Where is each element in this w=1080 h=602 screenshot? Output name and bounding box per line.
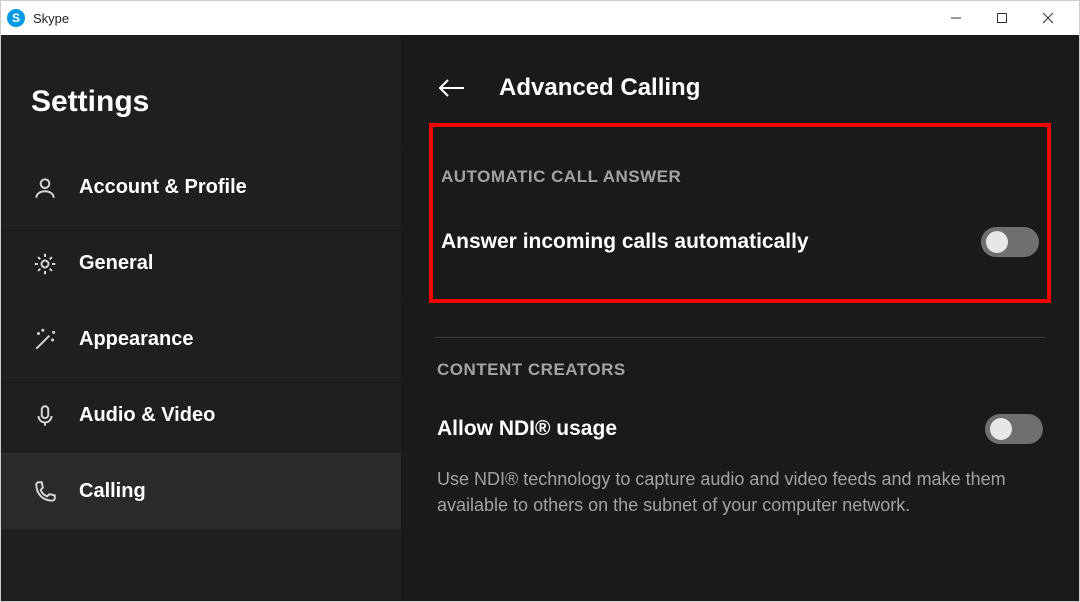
app-body: Settings Account & Profile General Appea… [1,35,1079,601]
section-title-auto-answer: AUTOMATIC CALL ANSWER [441,167,1039,187]
maximize-icon [996,12,1008,24]
setting-row-ndi: Allow NDI® usage [437,414,1043,444]
sidebar-item-calling[interactable]: Calling [1,453,401,529]
setting-label-ndi: Allow NDI® usage [437,417,617,441]
app-window: S Skype Settings Account & Profile [0,0,1080,602]
page-title: Advanced Calling [499,74,700,102]
gear-icon [31,250,59,278]
minimize-button[interactable] [933,2,979,34]
toggle-ndi[interactable] [985,414,1043,444]
sidebar-item-label: Account & Profile [79,176,247,199]
setting-desc-ndi: Use NDI® technology to capture audio and… [437,466,1017,518]
content-pane: Advanced Calling AUTOMATIC CALL ANSWER A… [401,35,1079,601]
titlebar: S Skype [1,1,1079,35]
back-button[interactable] [431,68,471,108]
arrow-left-icon [436,76,466,100]
sidebar-item-label: General [79,252,153,275]
sidebar-item-label: Calling [79,480,146,503]
sidebar-item-appearance[interactable]: Appearance [1,301,401,377]
section-title-creators: CONTENT CREATORS [437,360,1043,380]
section-content-creators: CONTENT CREATORS Allow NDI® usage Use ND… [431,338,1049,528]
user-icon [31,174,59,202]
sidebar-item-audio-video[interactable]: Audio & Video [1,377,401,453]
content-header: Advanced Calling [431,35,1049,125]
setting-label-auto-answer: Answer incoming calls automatically [441,230,809,254]
phone-icon [31,478,59,506]
sidebar-title: Settings [1,85,401,149]
sidebar-item-label: Appearance [79,328,194,351]
skype-logo-icon: S [7,9,25,27]
setting-row-auto-answer: Answer incoming calls automatically [441,227,1039,257]
toggle-auto-answer[interactable] [981,227,1039,257]
minimize-icon [950,12,962,24]
close-button[interactable] [1025,2,1071,34]
window-title: Skype [33,11,69,26]
sidebar-item-label: Audio & Video [79,404,215,427]
sidebar-item-account[interactable]: Account & Profile [1,149,401,225]
section-auto-answer: AUTOMATIC CALL ANSWER Answer incoming ca… [431,125,1049,301]
sidebar: Settings Account & Profile General Appea… [1,35,401,601]
close-icon [1042,12,1054,24]
microphone-icon [31,402,59,430]
magic-wand-icon [31,326,59,354]
maximize-button[interactable] [979,2,1025,34]
sidebar-item-general[interactable]: General [1,225,401,301]
